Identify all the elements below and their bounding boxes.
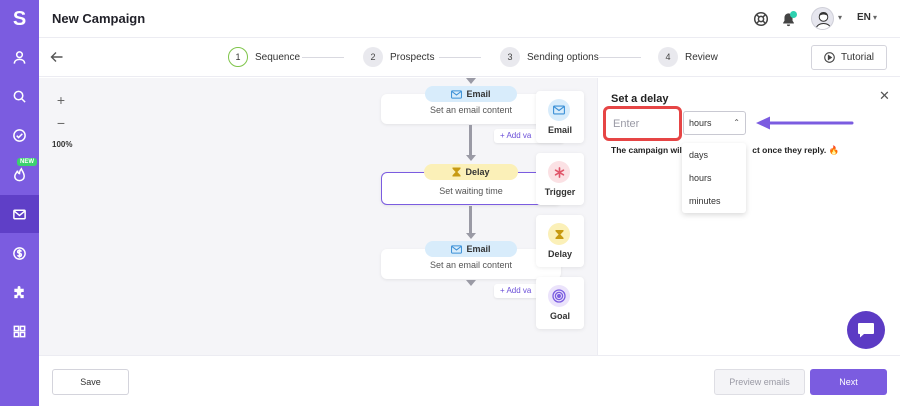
mail-icon bbox=[548, 99, 570, 121]
page-title: New Campaign bbox=[52, 11, 146, 26]
palette-delay-label: Delay bbox=[547, 249, 573, 259]
zoom-in-button[interactable]: + bbox=[53, 92, 69, 108]
step-1-label[interactable]: Sequence bbox=[255, 52, 300, 63]
step-4-number[interactable]: 4 bbox=[658, 47, 678, 67]
palette-trigger-label: Trigger bbox=[544, 187, 576, 197]
delay-node-content: Set waiting time bbox=[439, 186, 503, 196]
apps-grid-icon[interactable] bbox=[0, 312, 39, 350]
panel-note-start: The campaign will bbox=[611, 145, 685, 155]
option-days[interactable]: days bbox=[689, 150, 708, 160]
play-icon bbox=[824, 52, 835, 63]
palette-goal[interactable]: Goal bbox=[536, 277, 584, 329]
step-divider bbox=[599, 57, 641, 58]
fire-emoji: 🔥 bbox=[828, 145, 840, 155]
email-node-2-type: Email bbox=[466, 244, 491, 254]
email-node-1-type: Email bbox=[466, 89, 491, 99]
chat-icon[interactable] bbox=[847, 311, 885, 349]
top-bar: New Campaign ▾ EN ▾ bbox=[39, 0, 900, 38]
delay-amount-input[interactable] bbox=[609, 113, 675, 135]
hourglass-icon bbox=[548, 223, 570, 245]
connector-arrow bbox=[465, 233, 476, 239]
user-icon[interactable] bbox=[0, 38, 39, 76]
tutorial-button[interactable]: Tutorial bbox=[811, 45, 887, 70]
preview-emails-button[interactable]: Preview emails bbox=[714, 369, 805, 395]
palette-email[interactable]: Email bbox=[536, 91, 584, 143]
step-divider bbox=[302, 57, 344, 58]
palette-trigger[interactable]: Trigger bbox=[536, 153, 584, 205]
connector-line bbox=[469, 125, 472, 156]
check-circle-icon[interactable] bbox=[0, 116, 39, 154]
back-arrow-icon[interactable] bbox=[50, 50, 64, 64]
email-node-2-content: Set an email content bbox=[429, 260, 513, 270]
steps-bar: 1 Sequence 2 Prospects 3 Sending options… bbox=[39, 38, 900, 77]
hourglass-icon bbox=[452, 167, 461, 177]
step-4-label[interactable]: Review bbox=[685, 52, 718, 63]
delay-unit-value: hours bbox=[689, 118, 712, 128]
language-selector[interactable]: EN bbox=[857, 12, 871, 23]
tutorial-label: Tutorial bbox=[841, 52, 874, 63]
panel-note-end: ct once they reply. bbox=[752, 145, 827, 155]
asterisk-icon bbox=[548, 161, 570, 183]
step-1-number[interactable]: 1 bbox=[228, 47, 248, 67]
dollar-icon[interactable] bbox=[0, 234, 39, 272]
app-logo[interactable]: S bbox=[0, 0, 39, 38]
next-button[interactable]: Next bbox=[810, 369, 887, 395]
connector-arrow bbox=[465, 78, 476, 84]
step-2-label[interactable]: Prospects bbox=[390, 52, 434, 63]
close-icon[interactable]: ✕ bbox=[879, 89, 891, 102]
step-3-number[interactable]: 3 bbox=[500, 47, 520, 67]
delay-unit-select[interactable]: hours ⌃ bbox=[683, 111, 746, 135]
mail-icon bbox=[451, 244, 463, 254]
delay-unit-dropdown: days hours minutes bbox=[682, 143, 746, 213]
zoom-level: 100% bbox=[52, 140, 73, 149]
footer: Save Preview emails Next bbox=[39, 355, 900, 406]
mail-icon[interactable] bbox=[0, 195, 39, 233]
target-icon bbox=[548, 285, 570, 307]
arrow-left-icon bbox=[756, 116, 854, 130]
email-node-1-header: Email bbox=[425, 86, 517, 102]
delay-settings-panel: Set a delay ✕ hours ⌃ The campaign will c… bbox=[597, 78, 900, 355]
sidebar: S NEW bbox=[0, 0, 39, 406]
zoom-out-button[interactable]: − bbox=[53, 115, 69, 131]
sequence-canvas[interactable]: + − 100% Set an email content Email Set … bbox=[39, 78, 597, 355]
support-icon[interactable] bbox=[752, 10, 770, 28]
step-2-number[interactable]: 2 bbox=[363, 47, 383, 67]
chevron-up-icon: ⌃ bbox=[733, 118, 740, 127]
option-hours[interactable]: hours bbox=[689, 173, 712, 183]
puzzle-icon[interactable] bbox=[0, 273, 39, 311]
connector-arrow bbox=[465, 155, 476, 161]
connector-arrow bbox=[465, 280, 476, 286]
connector-line bbox=[469, 206, 472, 234]
step-3-label[interactable]: Sending options bbox=[527, 52, 599, 63]
step-divider bbox=[439, 57, 481, 58]
palette-delay[interactable]: Delay bbox=[536, 215, 584, 267]
new-badge: NEW bbox=[17, 158, 37, 166]
panel-title: Set a delay bbox=[611, 93, 669, 105]
account-chevron-down-icon[interactable]: ▾ bbox=[838, 13, 842, 22]
delay-node-type: Delay bbox=[465, 167, 490, 177]
notification-dot bbox=[790, 11, 797, 18]
bell-icon[interactable] bbox=[779, 10, 797, 28]
search-icon[interactable] bbox=[0, 77, 39, 115]
delay-node-header: Delay bbox=[424, 164, 518, 180]
save-button[interactable]: Save bbox=[52, 369, 129, 395]
palette-goal-label: Goal bbox=[549, 311, 570, 321]
avatar[interactable] bbox=[811, 7, 834, 30]
option-minutes[interactable]: minutes bbox=[689, 196, 721, 206]
email-node-1-content: Set an email content bbox=[429, 105, 513, 115]
email-node-2-header: Email bbox=[425, 241, 517, 257]
palette-email-label: Email bbox=[547, 125, 572, 135]
mail-icon bbox=[451, 89, 463, 99]
language-chevron-down-icon[interactable]: ▾ bbox=[873, 13, 877, 22]
